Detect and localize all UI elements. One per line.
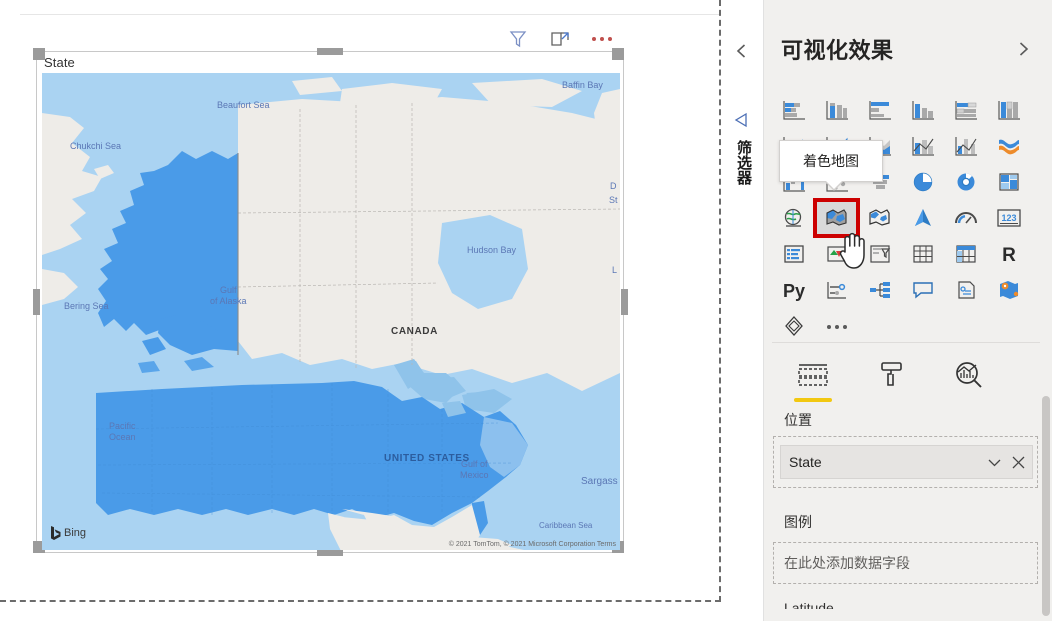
python-visual-icon[interactable]: Py bbox=[772, 272, 815, 308]
bing-logo: Bing bbox=[50, 526, 86, 540]
filter-expand-icon[interactable] bbox=[731, 110, 753, 132]
field-well-label-location: 位置 bbox=[784, 412, 812, 428]
resize-handle-bottom[interactable] bbox=[317, 549, 343, 556]
resize-handle-top-right[interactable] bbox=[612, 48, 624, 60]
stacked-bar-chart-icon[interactable] bbox=[772, 92, 815, 128]
paint-roller-icon bbox=[881, 362, 902, 386]
chevron-down-icon[interactable] bbox=[987, 455, 1002, 470]
map-icon[interactable] bbox=[772, 200, 815, 236]
visualization-type-grid[interactable]: 123 R Py bbox=[772, 92, 1030, 344]
resize-handle-top[interactable] bbox=[317, 48, 343, 55]
pane-divider bbox=[772, 342, 1040, 343]
table-icon[interactable] bbox=[901, 236, 944, 272]
card-icon[interactable]: 123 bbox=[987, 200, 1030, 236]
svg-text:123: 123 bbox=[1001, 213, 1016, 223]
hundred-percent-stacked-bar-chart-icon[interactable] bbox=[944, 92, 987, 128]
field-well-legend[interactable]: 在此处添加数据字段 bbox=[773, 542, 1038, 584]
paginated-report-icon[interactable] bbox=[987, 272, 1030, 308]
r-script-visual-icon[interactable]: R bbox=[987, 236, 1030, 272]
visualization-tooltip: 着色地图 bbox=[779, 140, 883, 191]
report-canvas[interactable]: State Baffin Bay Beaufort Sea Chukchi Se… bbox=[0, 0, 721, 621]
hundred-percent-stacked-column-chart-icon[interactable] bbox=[987, 92, 1030, 128]
fields-icon bbox=[798, 364, 828, 386]
power-apps-icon[interactable] bbox=[772, 308, 815, 344]
svg-text:R: R bbox=[1002, 245, 1016, 265]
pie-chart-icon[interactable] bbox=[901, 164, 944, 200]
fields-pane-tabs[interactable] bbox=[790, 352, 992, 402]
bing-label: Bing bbox=[64, 527, 87, 539]
format-tab[interactable] bbox=[868, 352, 914, 398]
field-chip-label: State bbox=[789, 454, 822, 470]
active-tab-underline bbox=[794, 398, 832, 402]
bing-map[interactable]: Baffin Bay Beaufort Sea Chukchi Sea Huds… bbox=[42, 73, 620, 550]
line-clustered-column-chart-icon[interactable] bbox=[944, 128, 987, 164]
chevron-right-icon[interactable] bbox=[1012, 38, 1034, 60]
stacked-column-chart-icon[interactable] bbox=[815, 92, 858, 128]
fields-tab[interactable] bbox=[790, 352, 836, 402]
canvas-boundary-bottom bbox=[0, 600, 721, 602]
analytics-magnifier-icon bbox=[956, 362, 982, 388]
field-well-label-legend: 图例 bbox=[784, 514, 812, 530]
q-and-a-icon[interactable] bbox=[901, 272, 944, 308]
clustered-column-chart-icon[interactable] bbox=[901, 92, 944, 128]
donut-chart-icon[interactable] bbox=[944, 164, 987, 200]
map-label-united-states: UNITED STATES bbox=[384, 453, 470, 464]
bing-mark-icon bbox=[51, 526, 61, 540]
ribbon-chart-icon[interactable] bbox=[987, 128, 1030, 164]
arcgis-map-icon[interactable] bbox=[901, 200, 944, 236]
gauge-icon[interactable] bbox=[944, 200, 987, 236]
resize-handle-top-left[interactable] bbox=[33, 48, 45, 60]
field-well-label-latitude-partial: Latitude bbox=[784, 600, 834, 609]
focus-mode-icon[interactable] bbox=[547, 26, 573, 52]
treemap-icon[interactable] bbox=[987, 164, 1030, 200]
filters-rail: 筛选器 bbox=[721, 0, 764, 621]
visual-title: State bbox=[44, 55, 75, 70]
map-label-canada: CANADA bbox=[391, 326, 438, 337]
key-influencers-icon[interactable] bbox=[815, 272, 858, 308]
fields-pane-scrollbar[interactable] bbox=[1042, 396, 1050, 616]
field-chip-state[interactable]: State bbox=[780, 445, 1033, 479]
visualizations-pane-title: 可视化效果 bbox=[781, 38, 894, 63]
remove-icon[interactable] bbox=[1011, 455, 1026, 470]
smart-narrative-icon[interactable] bbox=[944, 272, 987, 308]
hand-cursor-icon bbox=[839, 232, 865, 269]
matrix-icon[interactable] bbox=[944, 236, 987, 272]
field-well-legend-placeholder: 在此处添加数据字段 bbox=[784, 555, 910, 571]
collapse-pane-icon[interactable] bbox=[731, 40, 753, 62]
analytics-tab[interactable] bbox=[946, 352, 992, 398]
canvas-top-rule bbox=[20, 14, 720, 15]
decomposition-tree-icon[interactable] bbox=[858, 272, 901, 308]
resize-handle-right[interactable] bbox=[621, 289, 628, 315]
clustered-bar-chart-icon[interactable] bbox=[858, 92, 901, 128]
line-stacked-column-chart-icon[interactable] bbox=[901, 128, 944, 164]
multi-row-card-icon[interactable] bbox=[772, 236, 815, 272]
resize-handle-left[interactable] bbox=[33, 289, 40, 315]
filters-pane-label[interactable]: 筛选器 bbox=[733, 140, 754, 185]
field-well-location[interactable]: State bbox=[773, 436, 1038, 488]
map-attribution: © 2021 TomTom, © 2021 Microsoft Corporat… bbox=[448, 541, 616, 548]
svg-text:Py: Py bbox=[782, 281, 804, 301]
filter-icon[interactable] bbox=[505, 26, 531, 52]
get-more-visuals-icon[interactable] bbox=[815, 308, 858, 344]
